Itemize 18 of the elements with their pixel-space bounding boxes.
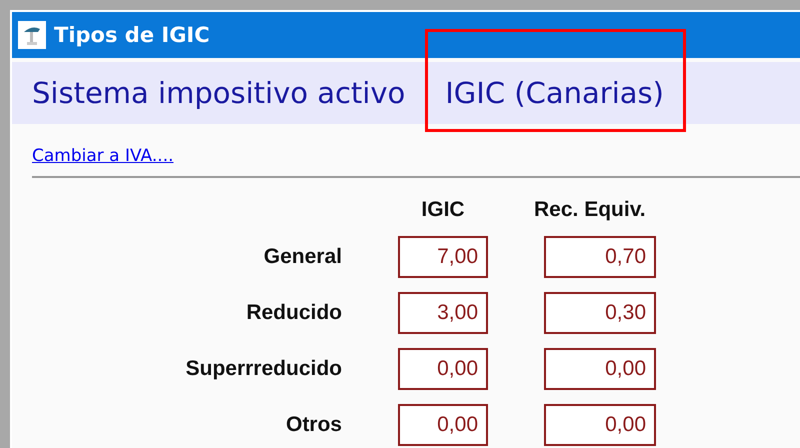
input-field[interactable]: 0,30 [544,292,656,334]
input-field[interactable]: 0,70 [544,236,656,278]
change-link[interactable]: Cambiar a IVA.... [32,146,174,166]
row-label: General [262,245,342,269]
input-field[interactable]: 0,00 [544,404,656,446]
row-label: Otros [284,413,342,437]
header-label: Sistema impositivo activo [32,76,406,110]
input-field[interactable]: 7,00 [398,236,488,278]
input-field[interactable]: 0,00 [398,348,488,390]
row-label: Reducido [245,301,342,325]
input-field[interactable]: 3,00 [398,292,488,334]
input-field[interactable]: 0,00 [544,348,656,390]
column-header: IGIC [420,198,466,222]
window-title: Tipos de IGIC [54,23,210,47]
input-field[interactable]: 0,00 [398,404,488,446]
header-value: IGIC (Canarias) [445,76,664,110]
row-label: Superrreducido [184,357,342,381]
column-header: Rec. Equiv. [534,198,647,222]
